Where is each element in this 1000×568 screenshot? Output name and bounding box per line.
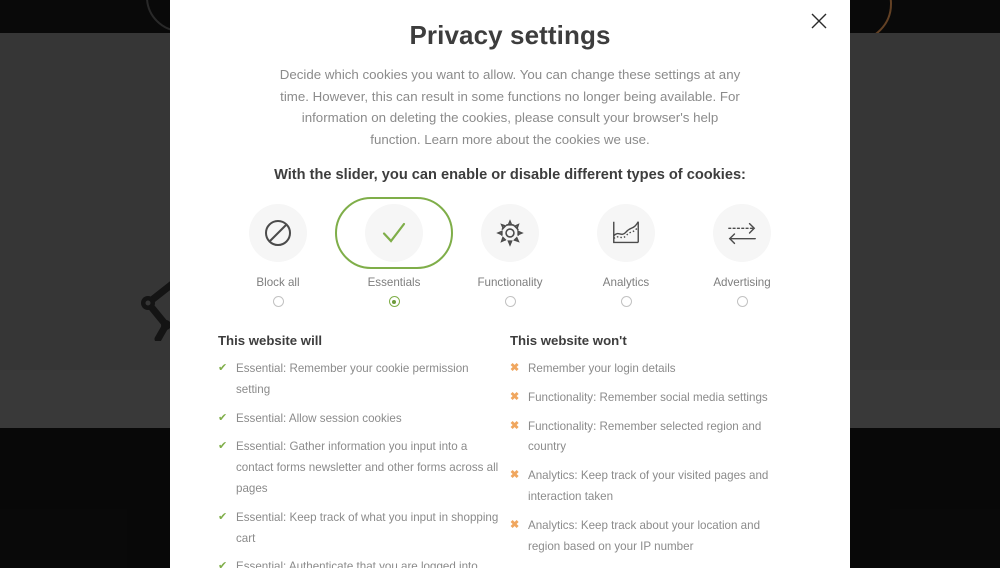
list-item-text: Essential: Keep track of what you input … (236, 510, 499, 545)
option-icon-wrap (220, 197, 336, 269)
list-item: ✖ Functionality: Remember social media s… (510, 388, 792, 409)
check-icon: ✔ (218, 440, 228, 453)
option-label: Essentials (367, 276, 421, 289)
cookie-level-slider[interactable]: Block all Essentials Functionality Analy… (170, 197, 850, 307)
list-item: ✔ Essential: Keep track of what you inpu… (218, 508, 500, 550)
option-essentials[interactable]: Essentials (335, 197, 453, 307)
option-functionality[interactable]: Functionality (452, 197, 568, 307)
cross-icon: ✖ (510, 469, 520, 482)
option-icon-circle (481, 204, 539, 262)
column-wont-heading: This website won't (510, 333, 627, 348)
option-icon-wrap (335, 197, 453, 269)
consent-summary: This website will ✔ Essential: Remember … (170, 333, 850, 568)
cross-icon: ✖ (510, 419, 520, 432)
option-icon-circle (365, 204, 423, 262)
option-radio[interactable] (272, 296, 284, 307)
list-item: ✔ Essential: Allow session cookies (218, 409, 500, 430)
option-label: Analytics (602, 276, 650, 289)
option-analytics[interactable]: Analytics (568, 197, 684, 307)
column-will: This website will ✔ Essential: Remember … (218, 333, 510, 568)
cross-icon: ✖ (510, 362, 520, 374)
column-will-heading: This website will (218, 333, 323, 348)
list-item-text: Essential: Allow session cookies (236, 411, 402, 425)
list-item-text: Analytics: Keep track about your locatio… (528, 518, 761, 553)
list-item-text: Essential: Gather information you input … (236, 440, 499, 495)
list-item: ✔ Essential: Authenticate that you are l… (218, 557, 500, 568)
list-item-text: Analytics: Keep track of your visited pa… (528, 469, 769, 503)
page-root: n y, we sometimes place small data files… (0, 0, 1000, 568)
list-item-text: Functionality: Remember social media set… (528, 390, 768, 404)
privacy-settings-modal: Privacy settings Decide which cookies yo… (170, 0, 850, 568)
option-label: Block all (256, 276, 300, 289)
column-wont: This website won't ✖ Remember your login… (510, 333, 802, 568)
modal-subtitle: With the slider, you can enable or disab… (274, 167, 746, 183)
list-item: ✔ Essential: Remember your cookie permis… (218, 359, 500, 401)
check-icon: ✔ (218, 510, 228, 523)
option-label: Advertising (713, 276, 771, 289)
list-item: ✖ Analytics: Keep track about your locat… (510, 516, 792, 558)
list-item: ✔ Essential: Gather information you inpu… (218, 437, 500, 499)
cross-icon: ✖ (510, 518, 520, 531)
option-icon-circle (713, 204, 771, 262)
check-icon: ✔ (218, 560, 228, 568)
modal-description: Decide which cookies you want to allow. … (279, 67, 741, 147)
option-icon-circle (249, 204, 307, 262)
option-radio[interactable] (620, 296, 632, 307)
option-block-all[interactable]: Block all (220, 197, 336, 307)
list-item-text: Functionality: Remember selected region … (528, 419, 762, 454)
close-icon[interactable] (804, 6, 834, 36)
list-item: ✖ Remember your login details (510, 359, 792, 380)
page-title: Privacy settings (409, 20, 611, 50)
option-label: Functionality (477, 276, 543, 289)
option-icon-wrap (684, 197, 800, 269)
check-icon: ✔ (218, 411, 228, 424)
list-item: ✖ Analytics: Keep track of your visited … (510, 466, 792, 508)
option-advertising[interactable]: Advertising (684, 197, 800, 307)
option-radio[interactable] (504, 296, 516, 307)
option-icon-wrap (568, 197, 684, 269)
cross-icon: ✖ (510, 390, 520, 403)
option-icon-circle (597, 204, 655, 262)
option-icon-wrap (452, 197, 568, 269)
check-icon: ✔ (218, 362, 228, 374)
option-radio[interactable] (388, 296, 400, 307)
list-item-text: Essential: Authenticate that you are log… (236, 560, 478, 568)
list-item: ✖ Functionality: Remember selected regio… (510, 417, 792, 459)
list-item-text: Essential: Remember your cookie permissi… (236, 362, 469, 396)
list-item-text: Remember your login details (528, 362, 676, 375)
option-radio[interactable] (736, 296, 748, 307)
